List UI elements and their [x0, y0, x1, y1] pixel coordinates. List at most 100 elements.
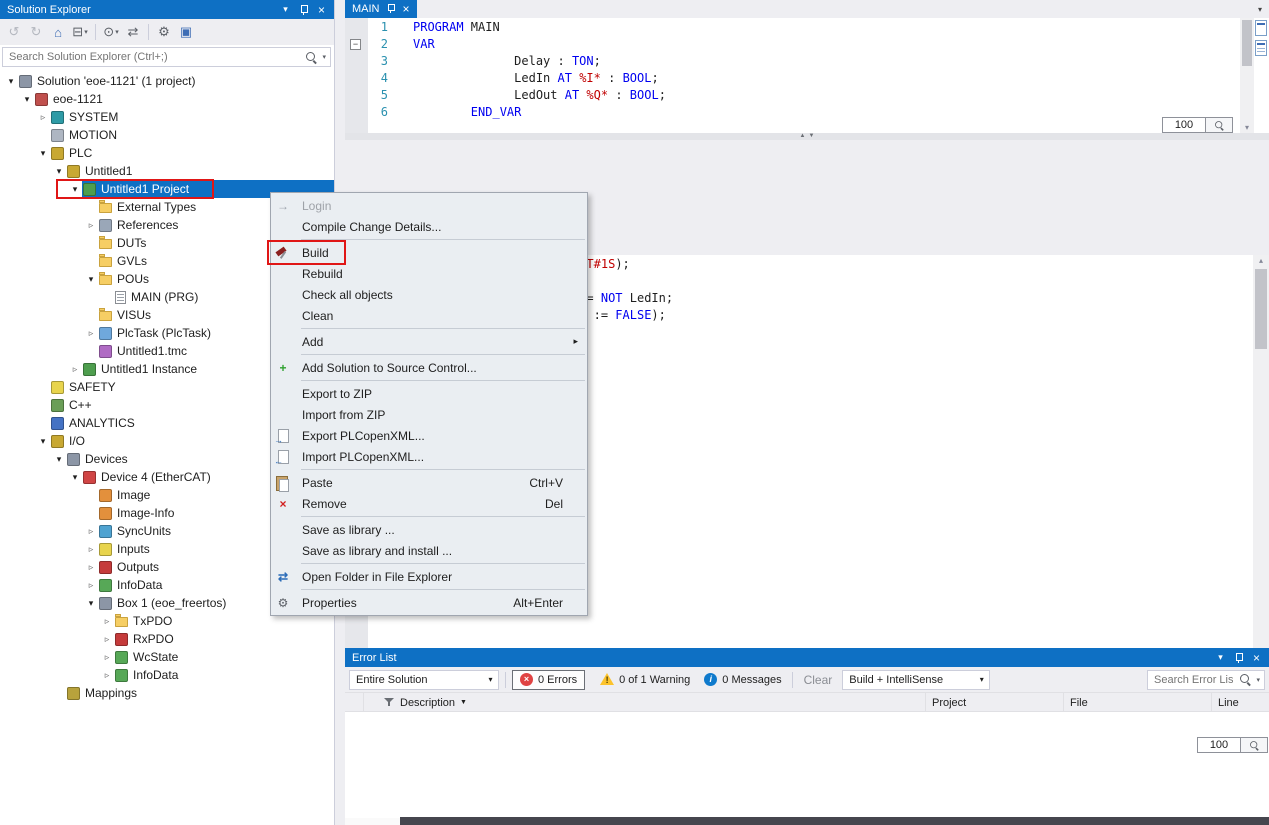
scrollbar-thumb[interactable]	[1242, 20, 1252, 66]
zoom-level[interactable]: 100	[1162, 117, 1206, 133]
tree-item-untitled1[interactable]: ▾Untitled1	[0, 162, 334, 180]
tree-collapsed-arrow-icon[interactable]: ▹	[84, 220, 98, 231]
tree-collapsed-arrow-icon[interactable]: ▹	[68, 364, 82, 375]
preview-icon[interactable]: ▣	[176, 22, 196, 42]
tree-item-infodata[interactable]: ▹InfoData	[0, 666, 334, 684]
textual-view-icon[interactable]	[1255, 20, 1267, 36]
tab-pin-icon[interactable]	[387, 3, 396, 15]
menu-item-build[interactable]: Build	[271, 242, 587, 263]
error-list-search-input[interactable]	[1148, 674, 1239, 686]
line-column-header[interactable]: Line	[1211, 693, 1269, 712]
menu-item-export-plcopenxml[interactable]: Export PLCopenXML...	[271, 425, 587, 446]
editor-splitter[interactable]: ▲ ▼	[345, 133, 1269, 140]
tree-item-solution-eoe-1121-1-project[interactable]: ▾Solution 'eoe-1121' (1 project)	[0, 72, 334, 90]
tree-collapsed-arrow-icon[interactable]: ▹	[84, 544, 98, 555]
file-column-header[interactable]: File	[1063, 693, 1211, 712]
tree-expanded-arrow-icon[interactable]: ▾	[52, 454, 66, 465]
tree-collapsed-arrow-icon[interactable]: ▹	[100, 634, 114, 645]
window-position-caret-icon[interactable]: ▾	[278, 2, 293, 17]
messages-filter-button[interactable]: i 0 Messages	[697, 670, 788, 690]
tab-close-icon[interactable]: ×	[403, 3, 410, 15]
tree-expanded-arrow-icon[interactable]: ▾	[4, 76, 18, 87]
close-icon[interactable]: ×	[1249, 650, 1264, 665]
menu-item-check-all-objects[interactable]: Check all objects	[271, 284, 587, 305]
zoom-icon[interactable]	[1206, 117, 1233, 133]
properties-icon[interactable]: ⚙	[154, 22, 174, 42]
tab-list-caret-icon[interactable]: ▾	[1258, 5, 1262, 14]
sync-active-icon[interactable]: ⇄	[123, 22, 143, 42]
splitter-up-icon[interactable]: ▲	[800, 133, 806, 140]
tree-item-eoe-1121[interactable]: ▾eoe-1121	[0, 90, 334, 108]
tree-item-mappings[interactable]: Mappings	[0, 684, 334, 702]
search-icon[interactable]	[305, 51, 318, 64]
menu-item-add[interactable]: Add▸	[271, 331, 587, 352]
tree-collapsed-arrow-icon[interactable]: ▹	[36, 112, 50, 123]
back-icon[interactable]: ↺	[4, 22, 24, 42]
search-input[interactable]	[3, 51, 305, 63]
tree-expanded-arrow-icon[interactable]: ▾	[84, 274, 98, 285]
tree-item-rxpdo[interactable]: ▹RxPDO	[0, 630, 334, 648]
tree-expanded-arrow-icon[interactable]: ▾	[84, 598, 98, 609]
description-column-header[interactable]: Description ▼	[363, 693, 925, 712]
pin-icon[interactable]	[296, 2, 311, 17]
warnings-filter-button[interactable]: ! 0 of 1 Warning	[593, 670, 697, 690]
menu-item-open-folder-in-file-explorer[interactable]: ⇄Open Folder in File Explorer	[271, 566, 587, 587]
menu-item-paste[interactable]: PasteCtrl+V	[271, 472, 587, 493]
splitter-down-icon[interactable]: ▼	[809, 133, 815, 140]
tree-collapsed-arrow-icon[interactable]: ▹	[84, 526, 98, 537]
menu-item-remove[interactable]: ×RemoveDel	[271, 493, 587, 514]
close-icon[interactable]: ×	[314, 2, 329, 17]
error-list-titlebar[interactable]: Error List ▾ ×	[345, 648, 1269, 667]
solution-explorer-titlebar[interactable]: Solution Explorer ▾ ×	[0, 0, 334, 19]
tree-collapsed-arrow-icon[interactable]: ▹	[84, 328, 98, 339]
tree-expanded-arrow-icon[interactable]: ▾	[20, 94, 34, 105]
scrollbar-thumb[interactable]	[1255, 269, 1267, 349]
declaration-scrollbar[interactable]: ▾	[1240, 18, 1254, 133]
forward-icon[interactable]: ↻	[26, 22, 46, 42]
tree-expanded-arrow-icon[interactable]: ▾	[36, 436, 50, 447]
tree-item-motion[interactable]: MOTION	[0, 126, 334, 144]
search-options-caret-icon[interactable]: ▾	[322, 53, 326, 61]
collapse-all-icon[interactable]: ⊟▾	[70, 22, 90, 42]
search-options-caret-icon[interactable]: ▾	[1256, 676, 1260, 684]
scroll-up-icon[interactable]: ▴	[1253, 256, 1269, 265]
tree-item-system[interactable]: ▹SYSTEM	[0, 108, 334, 126]
errors-filter-button[interactable]: × 0 Errors	[512, 670, 585, 690]
search-icon[interactable]	[1239, 673, 1252, 686]
flag-column-header[interactable]	[345, 693, 363, 712]
menu-item-compile-change-details[interactable]: Compile Change Details...	[271, 216, 587, 237]
tab-main[interactable]: MAIN ×	[345, 0, 417, 18]
home-icon[interactable]: ⌂	[48, 22, 68, 42]
tree-collapsed-arrow-icon[interactable]: ▹	[84, 562, 98, 573]
window-position-caret-icon[interactable]: ▾	[1213, 650, 1228, 665]
tree-item-plc[interactable]: ▾PLC	[0, 144, 334, 162]
filter-combo[interactable]: Build + IntelliSense ▾	[842, 670, 990, 690]
scope-filter-icon[interactable]: ⊙▾	[101, 22, 121, 42]
tree-collapsed-arrow-icon[interactable]: ▹	[100, 616, 114, 627]
tree-collapsed-arrow-icon[interactable]: ▹	[100, 652, 114, 663]
pin-icon[interactable]	[1231, 650, 1246, 665]
menu-item-clean[interactable]: Clean	[271, 305, 587, 326]
tabular-view-icon[interactable]	[1255, 40, 1267, 56]
scope-combo[interactable]: Entire Solution ▾	[349, 670, 499, 690]
menu-item-import-plcopenxml[interactable]: Import PLCopenXML...	[271, 446, 587, 467]
tree-collapsed-arrow-icon[interactable]: ▹	[100, 670, 114, 681]
menu-item-properties[interactable]: ⚙PropertiesAlt+Enter	[271, 592, 587, 613]
project-column-header[interactable]: Project	[925, 693, 1063, 712]
scroll-down-icon[interactable]: ▾	[1240, 123, 1254, 132]
tree-collapsed-arrow-icon[interactable]: ▹	[84, 580, 98, 591]
menu-item-export-to-zip[interactable]: Export to ZIP	[271, 383, 587, 404]
menu-item-add-solution-to-source-control[interactable]: +Add Solution to Source Control...	[271, 357, 587, 378]
menu-item-save-as-library-and-install[interactable]: Save as library and install ...	[271, 540, 587, 561]
menu-item-import-from-zip[interactable]: Import from ZIP	[271, 404, 587, 425]
zoom-level[interactable]: 100	[1197, 737, 1241, 753]
tree-expanded-arrow-icon[interactable]: ▾	[68, 472, 82, 483]
tree-expanded-arrow-icon[interactable]: ▾	[52, 166, 66, 177]
tree-item-wcstate[interactable]: ▹WcState	[0, 648, 334, 666]
declaration-editor[interactable]: 1PROGRAM MAIN2−VAR3 Delay : TON;4 LedIn …	[345, 18, 1269, 133]
menu-item-save-as-library[interactable]: Save as library ...	[271, 519, 587, 540]
clear-button[interactable]: Clear	[804, 673, 833, 687]
zoom-icon[interactable]	[1241, 737, 1268, 753]
tree-expanded-arrow-icon[interactable]: ▾	[36, 148, 50, 159]
fold-collapse-icon[interactable]: −	[350, 39, 361, 50]
